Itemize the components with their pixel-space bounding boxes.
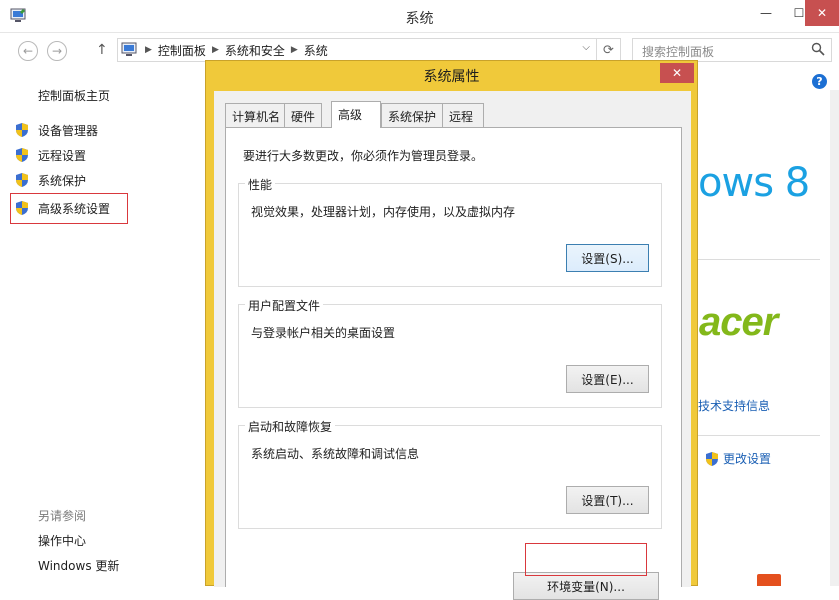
- up-button[interactable]: ↑: [96, 42, 108, 58]
- change-settings-link[interactable]: 更改设置: [704, 450, 771, 467]
- title-bar: 系统 — ☐ ✕: [0, 0, 839, 33]
- tab-hardware[interactable]: 硬件: [284, 103, 323, 127]
- dialog-body: 计算机名 硬件 高级 系统保护 远程 要进行大多数更改，你必须作为管理员登录。 …: [214, 91, 691, 600]
- sidebar-item-device-manager[interactable]: 设备管理器: [14, 119, 98, 141]
- change-settings-label: 更改设置: [723, 452, 772, 466]
- uac-shield-icon: [706, 451, 718, 466]
- window-title: 系统: [405, 11, 434, 27]
- environment-variables-button[interactable]: 环境变量(N)...: [513, 572, 659, 600]
- left-pane: 控制面板主页 设备管理器 远程设置 系统保护 高级系统设置 另请参阅 操作中心 …: [0, 71, 205, 586]
- admin-note: 要进行大多数更改，你必须作为管理员登录。: [243, 149, 484, 163]
- tab-computer-name[interactable]: 计算机名: [225, 103, 288, 127]
- breadcrumb-control-panel[interactable]: 控制面板: [158, 42, 206, 59]
- search-icon[interactable]: [811, 42, 825, 56]
- startup-recovery-group: 启动和故障恢复 系统启动、系统故障和调试信息 设置(T)...: [238, 418, 662, 529]
- acer-logo: acer: [699, 300, 778, 344]
- group-title: 性能: [245, 176, 276, 193]
- uac-shield-icon: [16, 148, 28, 162]
- search-placeholder: 搜索控制面板: [642, 45, 715, 59]
- highlight-box: [10, 193, 128, 224]
- sidebar-item-label: 系统保护: [38, 173, 87, 188]
- performance-group: 性能 视觉效果，处理器计划，内存使用，以及虚拟内存 设置(S)...: [238, 176, 662, 287]
- support-info-link[interactable]: 技术支持信息: [698, 397, 770, 414]
- performance-settings-button[interactable]: 设置(S)...: [566, 244, 649, 272]
- sidebar-item-label: 远程设置: [38, 148, 87, 163]
- user-profiles-settings-button[interactable]: 设置(E)...: [566, 365, 649, 393]
- forward-button[interactable]: →: [47, 41, 67, 61]
- uac-shield-icon: [16, 173, 28, 187]
- divider: [698, 435, 820, 436]
- sidebar-item-system-protection[interactable]: 系统保护: [14, 169, 86, 191]
- see-also-heading: 另请参阅: [38, 509, 87, 523]
- refresh-button[interactable]: ⟳: [596, 39, 620, 61]
- dialog-close-button[interactable]: ✕: [660, 63, 694, 83]
- back-button[interactable]: ←: [18, 41, 38, 61]
- address-bar[interactable]: ▶ 控制面板 ▶ 系统和安全 ▶ 系统 ⌵ ⟳: [117, 38, 621, 62]
- help-icon[interactable]: ?: [812, 74, 827, 89]
- startup-recovery-settings-button[interactable]: 设置(T)...: [566, 486, 649, 514]
- control-panel-home-link[interactable]: 控制面板主页: [38, 87, 110, 104]
- close-button[interactable]: ✕: [805, 0, 839, 26]
- group-title: 启动和故障恢复: [245, 418, 336, 435]
- chevron-right-icon[interactable]: ▶: [212, 45, 219, 55]
- group-description: 系统启动、系统故障和调试信息: [251, 447, 420, 461]
- windows-update-link[interactable]: Windows 更新: [38, 557, 119, 574]
- tab-system-protection[interactable]: 系统保护: [381, 103, 444, 127]
- sidebar-item-remote-settings[interactable]: 远程设置: [14, 144, 86, 166]
- chevron-right-icon[interactable]: ▶: [291, 45, 298, 55]
- breadcrumb-system-security[interactable]: 系统和安全: [225, 42, 285, 59]
- user-profiles-group: 用户配置文件 与登录帐户相关的桌面设置 设置(E)...: [238, 297, 662, 408]
- advanced-tab-panel: 要进行大多数更改，你必须作为管理员登录。 性能 视觉效果，处理器计划，内存使用，…: [225, 127, 682, 600]
- search-input[interactable]: 搜索控制面板: [632, 38, 832, 62]
- highlight-box: [525, 543, 647, 576]
- group-description: 视觉效果，处理器计划，内存使用，以及虚拟内存: [251, 205, 516, 219]
- control-panel-icon: [121, 42, 137, 56]
- taskbar-app-icon: [757, 574, 781, 586]
- breadcrumb-system[interactable]: 系统: [304, 42, 328, 59]
- sidebar-item-label: 设备管理器: [38, 123, 99, 138]
- scrollbar[interactable]: [830, 90, 839, 586]
- chevron-right-icon: ▶: [145, 45, 152, 55]
- action-center-link[interactable]: 操作中心: [38, 532, 86, 549]
- windows-8-logo: ows 8: [698, 160, 810, 206]
- chevron-down-icon[interactable]: ⌵: [582, 42, 590, 53]
- divider: [698, 259, 820, 260]
- system-properties-dialog: 系统属性 ✕ 计算机名 硬件 高级 系统保护 远程 要进行大多数更改，你必须作为…: [205, 60, 698, 600]
- tab-advanced[interactable]: 高级: [331, 101, 381, 128]
- group-description: 与登录帐户相关的桌面设置: [251, 326, 396, 340]
- group-title: 用户配置文件: [245, 297, 324, 314]
- uac-shield-icon: [16, 123, 28, 137]
- tab-remote[interactable]: 远程: [442, 103, 484, 127]
- dialog-title: 系统属性: [423, 69, 480, 85]
